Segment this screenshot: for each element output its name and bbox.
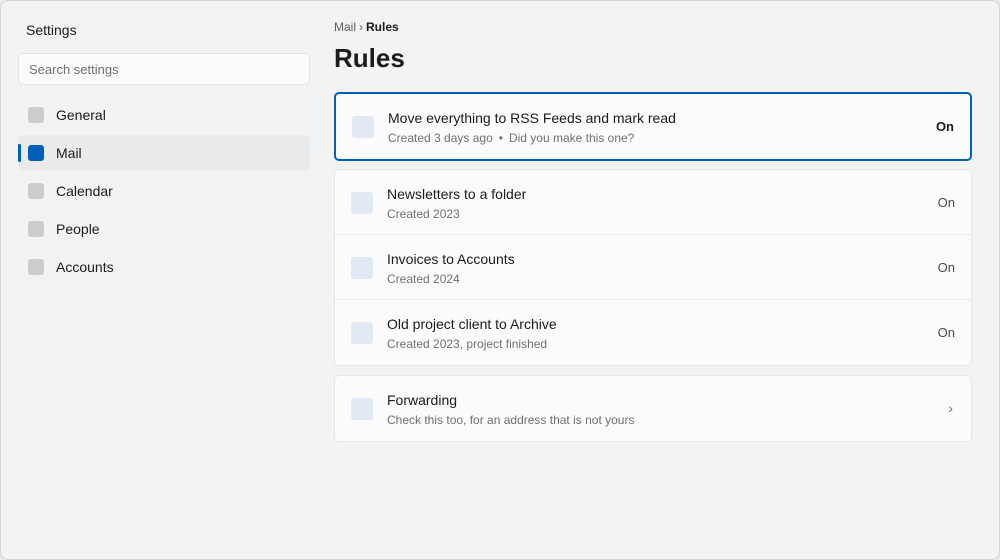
sidebar-item-accounts[interactable]: Accounts (18, 249, 310, 285)
mail-icon (28, 145, 44, 161)
rule-row[interactable]: Newsletters to a folder Created 2023 On (335, 170, 971, 235)
rule-row[interactable]: Invoices to Accounts Created 2024 On (335, 235, 971, 300)
rule-row[interactable]: Old project client to Archive Created 20… (335, 300, 971, 365)
separator-dot: • (498, 131, 503, 145)
rule-status: On (937, 195, 955, 210)
rule-subtitle: Created 3 days ago • Did you make this one… (388, 131, 634, 145)
sidebar-item-label: Calendar (56, 183, 113, 199)
sidebar-item-label: Mail (56, 145, 82, 161)
rule-title: Invoices to Accounts (387, 251, 515, 267)
rule-subtitle: Created 2024 (387, 272, 460, 286)
forwarding-subtitle: Check this too, for an address that is n… (387, 413, 635, 427)
page-title: Rules (334, 43, 405, 73)
calendar-icon (28, 183, 44, 199)
sidebar-item-people[interactable]: People (18, 211, 310, 247)
rule-icon (351, 322, 373, 344)
rule-title: Newsletters to a folder (387, 186, 527, 202)
sidebar-item-label: General (56, 107, 106, 123)
rule-icon (351, 257, 373, 279)
rule-row-selected[interactable]: Move everything to RSS Feeds and mark re… (336, 94, 970, 159)
rules-list-card: Newsletters to a folder Created 2023 On … (334, 169, 972, 366)
people-icon (28, 221, 44, 237)
rule-title: Old project client to Archive (387, 316, 557, 332)
sidebar-item-calendar[interactable]: Calendar (18, 173, 310, 209)
rule-icon (352, 116, 374, 138)
selected-rule-card[interactable]: Move everything to RSS Feeds and mark re… (334, 92, 972, 161)
sidebar-item-general[interactable]: General (18, 97, 310, 133)
general-icon (28, 107, 44, 123)
sidebar-item-label: People (56, 221, 100, 237)
rule-status: On (937, 325, 955, 340)
sidebar-item-label: Accounts (56, 259, 114, 275)
app-title: Settings (26, 22, 77, 38)
rule-note: Did you make this one? (508, 131, 635, 145)
breadcrumb-separator: › (359, 20, 364, 34)
accounts-icon (28, 259, 44, 275)
rule-subtitle: Created 2023 (387, 207, 460, 221)
breadcrumb-current: Rules (366, 20, 399, 34)
chevron-right-icon: › (948, 400, 953, 416)
forwarding-title: Forwarding (387, 392, 458, 408)
settings-window: Settings General Mail Calendar People (0, 0, 1000, 560)
rule-created: Created 3 days ago (388, 131, 493, 145)
forwarding-row[interactable]: Forwarding Check this too, for an addres… (335, 376, 971, 441)
rule-icon (351, 192, 373, 214)
rule-status: On (937, 260, 955, 275)
sidebar: Settings General Mail Calendar People (1, 1, 326, 559)
rule-status: On (935, 119, 954, 134)
rule-title: Move everything to RSS Feeds and mark re… (388, 110, 676, 126)
sidebar-item-mail[interactable]: Mail (18, 135, 310, 171)
sidebar-nav: General Mail Calendar People Accounts (18, 97, 310, 287)
forwarding-icon (351, 398, 373, 420)
forwarding-card: Forwarding Check this too, for an addres… (334, 375, 972, 442)
active-indicator (18, 144, 21, 162)
breadcrumb-parent[interactable]: Mail (334, 20, 356, 34)
breadcrumb: Mail › Rules (334, 20, 399, 34)
main-content: Mail › Rules Rules Move everything to RSS … (334, 1, 974, 559)
rule-subtitle: Created 2023, project finished (387, 337, 548, 351)
search-input[interactable] (18, 53, 310, 85)
